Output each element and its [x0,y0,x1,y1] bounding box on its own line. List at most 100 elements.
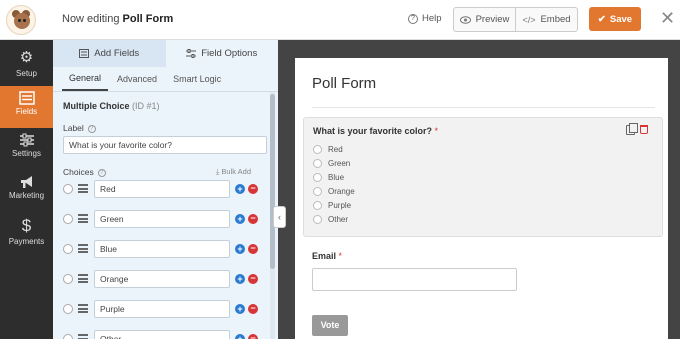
megaphone-icon [0,175,53,189]
option-label: Other [328,215,349,224]
required-mark: * [434,126,439,136]
embed-label: Embed [540,14,571,25]
option-item[interactable]: Purple [313,201,351,211]
default-radio[interactable] [63,274,73,284]
remove-choice-icon[interactable]: − [248,214,258,224]
tab-add-fields[interactable]: Add Fields [53,40,166,67]
remove-choice-icon[interactable]: − [248,334,258,339]
dollar-icon: $ [21,216,32,235]
tab-field-options[interactable]: Field Options [165,40,278,67]
sidebar-item-payments[interactable]: $ Payments [0,212,53,254]
choice-input[interactable]: Purple [94,300,230,318]
remove-choice-icon[interactable]: − [248,244,258,254]
title-prefix: Now editing [62,13,123,25]
radio-icon[interactable] [313,173,322,183]
choice-input[interactable]: Orange [94,270,230,288]
radio-icon[interactable] [313,215,322,225]
sidebar-item-label: Setup [16,69,37,78]
sidebar-item-setup[interactable]: ⚙ Setup [0,44,53,86]
preview-button[interactable]: Preview [454,8,515,31]
subtab-general[interactable]: General [62,67,109,91]
add-choice-icon[interactable]: + [235,214,245,224]
subtab-smart-logic[interactable]: Smart Logic [166,67,228,91]
selected-field[interactable]: What is your favorite color? * Red Green… [303,117,663,237]
drag-handle-icon[interactable] [78,334,88,339]
option-item[interactable]: Blue [313,173,344,183]
save-button[interactable]: ✔ Save [589,7,641,31]
eye-icon [459,15,471,24]
add-choice-icon[interactable]: + [235,304,245,314]
sliders-icon [186,49,197,58]
option-subtabs: General Advanced Smart Logic [53,67,278,92]
sidebar-item-settings[interactable]: Settings [0,128,53,170]
save-label: Save [609,13,633,25]
choice-input[interactable]: Other [94,330,230,339]
choice-input[interactable]: Red [94,180,230,198]
choices-caption-row: Choices? [63,167,106,177]
vote-button[interactable]: Vote [312,315,348,336]
remove-choice-icon[interactable]: − [248,184,258,194]
help-icon[interactable]: ? [87,124,96,133]
label-caption: Label [63,123,84,133]
option-item[interactable]: Green [313,159,350,169]
embed-button[interactable]: </> Embed [515,8,577,31]
duplicate-icon[interactable] [626,123,638,135]
choice-row: Blue + − [63,240,263,258]
default-radio[interactable] [63,304,73,314]
close-icon[interactable]: ✕ [660,9,675,27]
default-radio[interactable] [63,334,73,339]
bulk-add-link[interactable]: ⤓ Bulk Add [216,167,251,177]
required-mark: * [338,251,343,261]
help-button[interactable]: ? Help [408,13,442,24]
drag-handle-icon[interactable] [78,184,88,193]
default-radio[interactable] [63,244,73,254]
remove-choice-icon[interactable]: − [248,304,258,314]
radio-icon[interactable] [313,201,322,211]
option-item[interactable]: Other [313,215,349,225]
collapse-panel-button[interactable]: ‹ [273,206,286,228]
sidebar-item-fields[interactable]: Fields [0,86,53,128]
drag-handle-icon[interactable] [78,274,88,283]
radio-icon[interactable] [313,159,322,169]
add-choice-icon[interactable]: + [235,184,245,194]
builder-sidebar: ⚙ Setup Fields Settings Marketing $ Paym… [0,40,53,339]
add-choice-icon[interactable]: + [235,244,245,254]
choices-caption: Choices [63,167,94,177]
default-radio[interactable] [63,184,73,194]
label-field[interactable]: What is your favorite color? [63,136,267,154]
choice-input[interactable]: Green [94,210,230,228]
choice-row: Other + − [63,330,263,339]
add-choice-icon[interactable]: + [235,334,245,339]
form-name: Poll Form [122,13,174,25]
bulk-add-label: Bulk Add [221,167,252,176]
option-item[interactable]: Red [313,145,343,155]
default-radio[interactable] [63,214,73,224]
field-options-panel: Add Fields Field Options General Advance… [53,40,278,339]
radio-icon[interactable] [313,145,322,155]
field-actions [626,123,648,135]
help-icon[interactable]: ? [97,168,106,177]
choice-row: Red + − [63,180,263,198]
remove-choice-icon[interactable]: − [248,274,258,284]
question-label: What is your favorite color? [313,126,433,136]
preview-embed-group: Preview </> Embed [453,7,578,32]
radio-icon[interactable] [313,187,322,197]
sidebar-item-marketing[interactable]: Marketing [0,170,53,212]
check-icon: ✔ [597,13,606,25]
sidebar-item-label: Payments [8,237,45,246]
divider [312,107,655,108]
drag-handle-icon[interactable] [78,244,88,253]
field-id: (ID #1) [132,101,160,111]
trash-icon[interactable] [640,125,648,134]
scrollbar-thumb[interactable] [270,94,275,269]
email-label: Email * [312,251,342,261]
email-field[interactable] [312,268,517,291]
drag-handle-icon[interactable] [78,214,88,223]
option-item[interactable]: Orange [313,187,355,197]
choice-input[interactable]: Blue [94,240,230,258]
drag-handle-icon[interactable] [78,304,88,313]
add-choice-icon[interactable]: + [235,274,245,284]
panel-tabs: Add Fields Field Options [53,40,278,67]
subtab-advanced[interactable]: Advanced [110,67,164,91]
field-type: Multiple Choice [63,101,130,111]
